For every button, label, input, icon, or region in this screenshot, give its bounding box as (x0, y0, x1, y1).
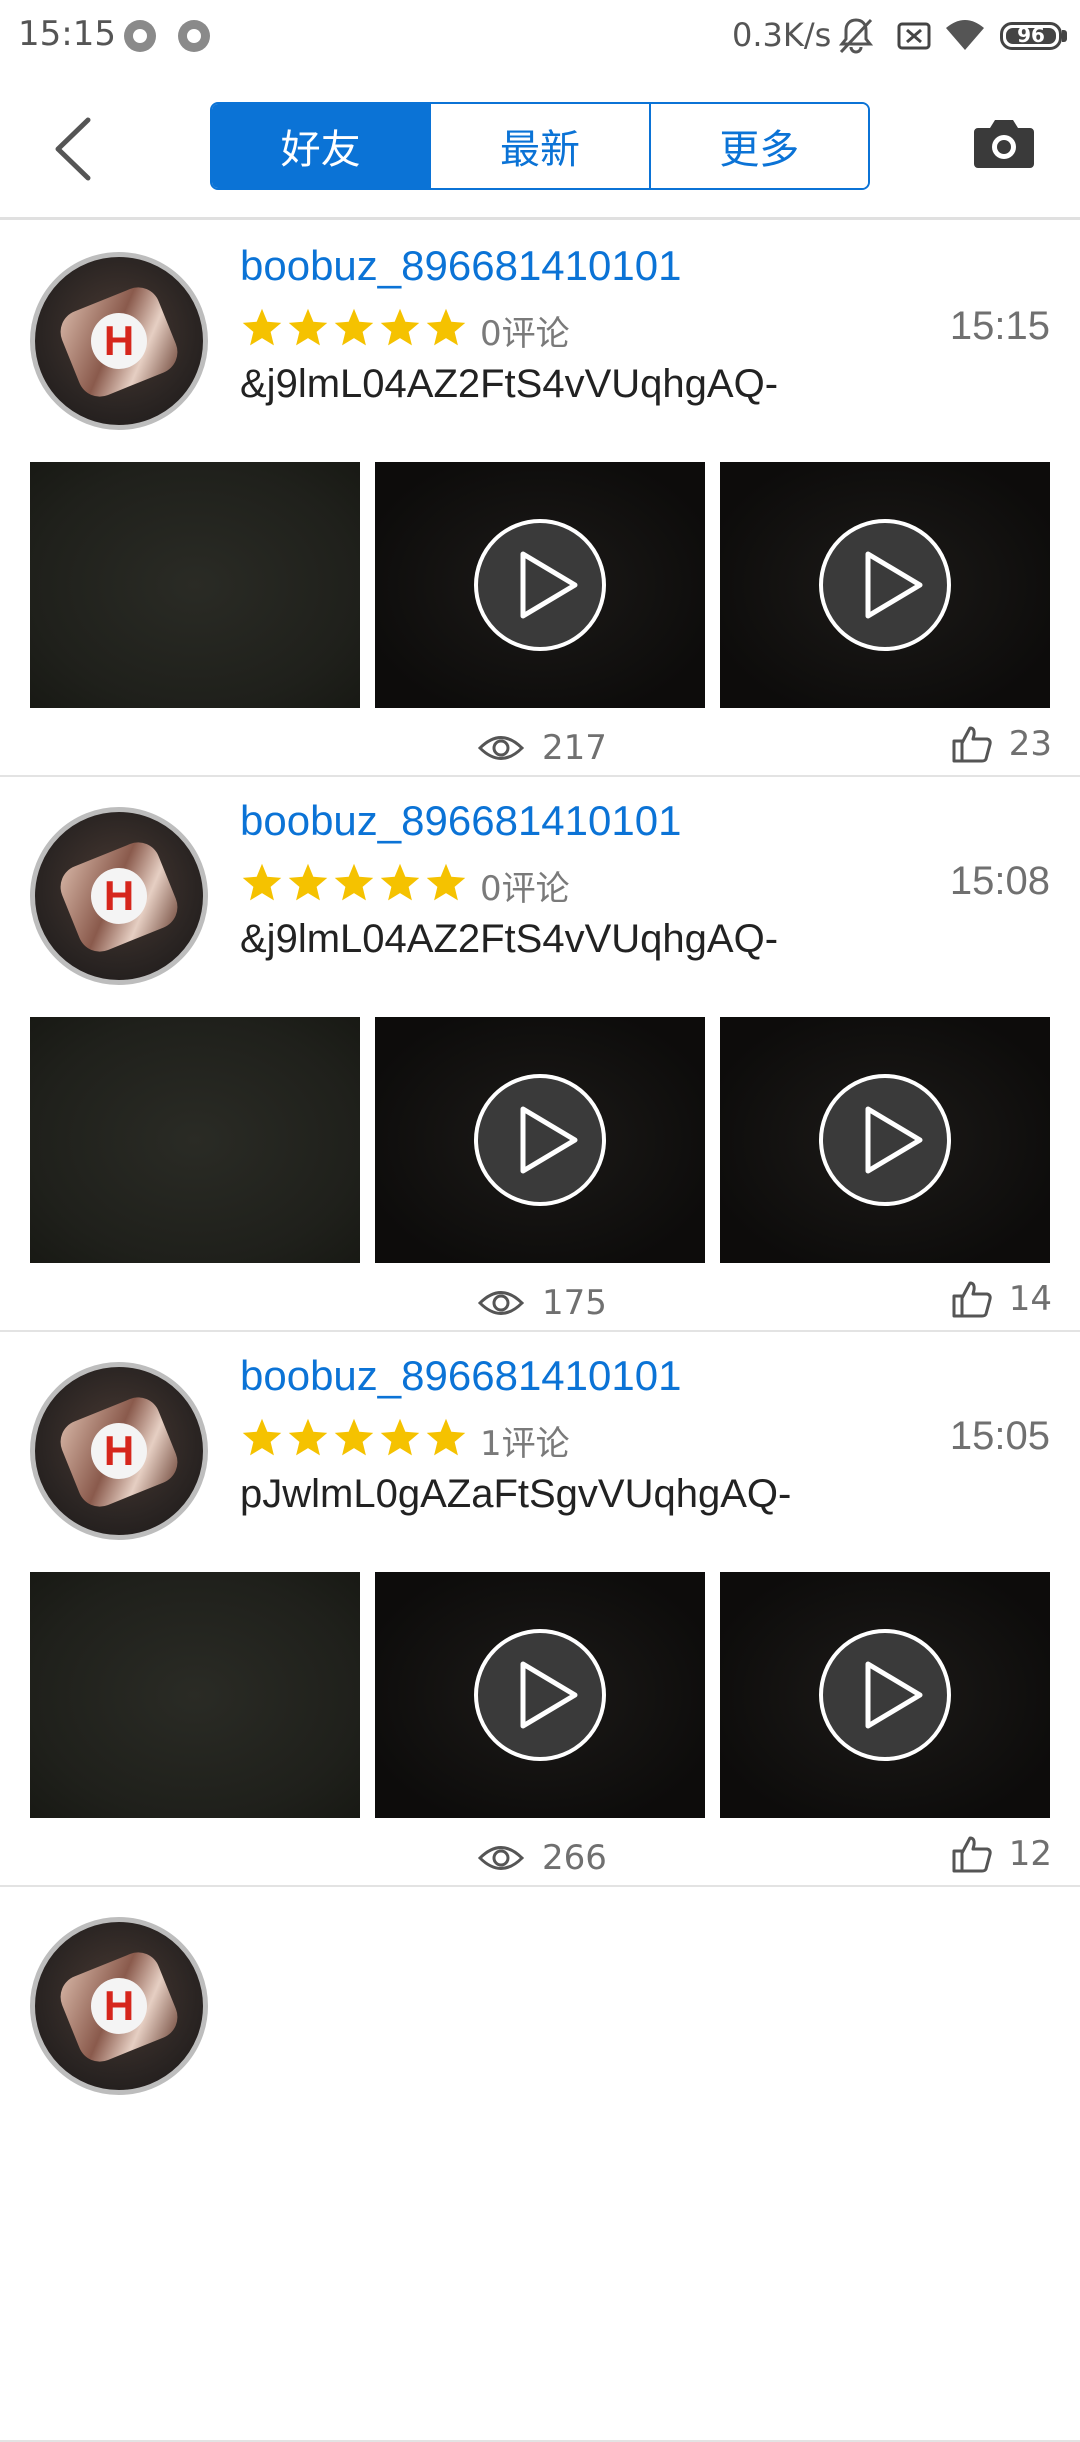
comment-count[interactable]: 0评论 (480, 306, 570, 355)
star-icon (334, 863, 374, 901)
view-count: 266 (478, 1838, 607, 1878)
like-count: 14 (1008, 1279, 1052, 1319)
tab-friends[interactable]: 好友 (212, 104, 430, 188)
star-icon (288, 308, 328, 346)
photo-thumbnail[interactable] (30, 1572, 360, 1818)
circle-notification-icon (178, 20, 210, 52)
tab-more[interactable]: 更多 (648, 104, 868, 188)
photo-thumbnail[interactable] (30, 1017, 360, 1263)
feed-item[interactable]: H boobuz_896681410101 1评论 15:05 pJwlmL0g… (0, 1332, 1080, 1887)
top-bar: 好友 最新 更多 (0, 74, 1080, 220)
rating-stars (240, 306, 470, 350)
wifi-icon (946, 20, 984, 50)
post-time: 15:08 (949, 859, 1050, 903)
status-time: 15:15 (18, 14, 116, 54)
play-icon[interactable] (818, 1628, 952, 1762)
post-content: pJwlmL0gAZaFtSgvVUqhgAQ- (240, 1472, 792, 1516)
play-icon[interactable] (818, 518, 952, 652)
tab-latest[interactable]: 最新 (429, 104, 649, 188)
like-count: 12 (1008, 1834, 1052, 1874)
segmented-tabs: 好友 最新 更多 (210, 102, 870, 190)
media-grid (30, 462, 1065, 708)
star-icon (426, 308, 466, 346)
sim-off-icon (897, 22, 931, 50)
star-icon (426, 863, 466, 901)
comment-count[interactable]: 1评论 (480, 1416, 570, 1465)
feed-item[interactable]: H boobuz_896681410101 0评论 15:15 &j9lmL04… (0, 222, 1080, 777)
username[interactable]: boobuz_896681410101 (240, 1352, 681, 1400)
eye-icon (478, 1846, 524, 1870)
star-icon (426, 1418, 466, 1456)
video-thumbnail[interactable] (720, 1572, 1050, 1818)
status-bar: 15:15 0.3K/s 96 (0, 0, 1080, 74)
thumbs-up-icon[interactable] (951, 1834, 993, 1874)
view-count: 175 (478, 1283, 607, 1323)
avatar[interactable]: H (30, 1917, 208, 2095)
thumbs-up-icon[interactable] (951, 724, 993, 764)
video-thumbnail[interactable] (375, 1572, 705, 1818)
view-count: 217 (478, 728, 607, 768)
play-icon[interactable] (473, 1073, 607, 1207)
thumbs-up-icon[interactable] (951, 1279, 993, 1319)
star-icon (334, 308, 374, 346)
play-icon[interactable] (473, 518, 607, 652)
feed-item[interactable]: H (0, 1887, 1080, 2442)
video-thumbnail[interactable] (720, 1017, 1050, 1263)
view-count-value: 175 (542, 1283, 607, 1323)
like-button[interactable]: 23 (951, 724, 1052, 764)
photo-thumbnail[interactable] (30, 462, 360, 708)
avatar[interactable]: H (30, 1362, 208, 1540)
star-icon (380, 1418, 420, 1456)
media-grid (30, 1572, 1065, 1818)
media-grid (30, 1017, 1065, 1263)
star-icon (242, 308, 282, 346)
avatar[interactable]: H (30, 252, 208, 430)
post-time: 15:15 (949, 304, 1050, 348)
star-icon (242, 1418, 282, 1456)
username[interactable]: boobuz_896681410101 (240, 242, 681, 290)
username[interactable]: boobuz_896681410101 (240, 797, 681, 845)
like-button[interactable]: 14 (951, 1279, 1052, 1319)
like-button[interactable]: 12 (951, 1834, 1052, 1874)
network-speed: 0.3K/s (732, 16, 832, 54)
view-count-value: 217 (542, 728, 607, 768)
play-icon[interactable] (818, 1073, 952, 1207)
feed-item[interactable]: H boobuz_896681410101 0评论 15:08 &j9lmL04… (0, 777, 1080, 1332)
video-thumbnail[interactable] (720, 462, 1050, 708)
battery-icon: 96 (1000, 22, 1062, 50)
star-icon (380, 308, 420, 346)
view-count-value: 266 (542, 1838, 607, 1878)
feed-list: H boobuz_896681410101 0评论 15:15 &j9lmL04… (0, 222, 1080, 2442)
comment-count[interactable]: 0评论 (480, 861, 570, 910)
chevron-left-icon[interactable] (48, 114, 108, 184)
post-content: &j9lmL04AZ2FtS4vVUqhgAQ- (240, 362, 779, 406)
circle-notification-icon (124, 20, 156, 52)
rating-stars (240, 861, 470, 905)
avatar[interactable]: H (30, 807, 208, 985)
star-icon (288, 863, 328, 901)
eye-icon (478, 736, 524, 760)
star-icon (380, 863, 420, 901)
star-icon (288, 1418, 328, 1456)
eye-icon (478, 1291, 524, 1315)
rating-stars (240, 1416, 470, 1460)
post-time: 15:05 (949, 1414, 1050, 1458)
like-count: 23 (1008, 724, 1052, 764)
camera-icon[interactable] (972, 116, 1036, 172)
video-thumbnail[interactable] (375, 462, 705, 708)
video-thumbnail[interactable] (375, 1017, 705, 1263)
star-icon (334, 1418, 374, 1456)
mute-icon (838, 18, 874, 54)
play-icon[interactable] (473, 1628, 607, 1762)
star-icon (242, 863, 282, 901)
post-content: &j9lmL04AZ2FtS4vVUqhgAQ- (240, 917, 779, 961)
